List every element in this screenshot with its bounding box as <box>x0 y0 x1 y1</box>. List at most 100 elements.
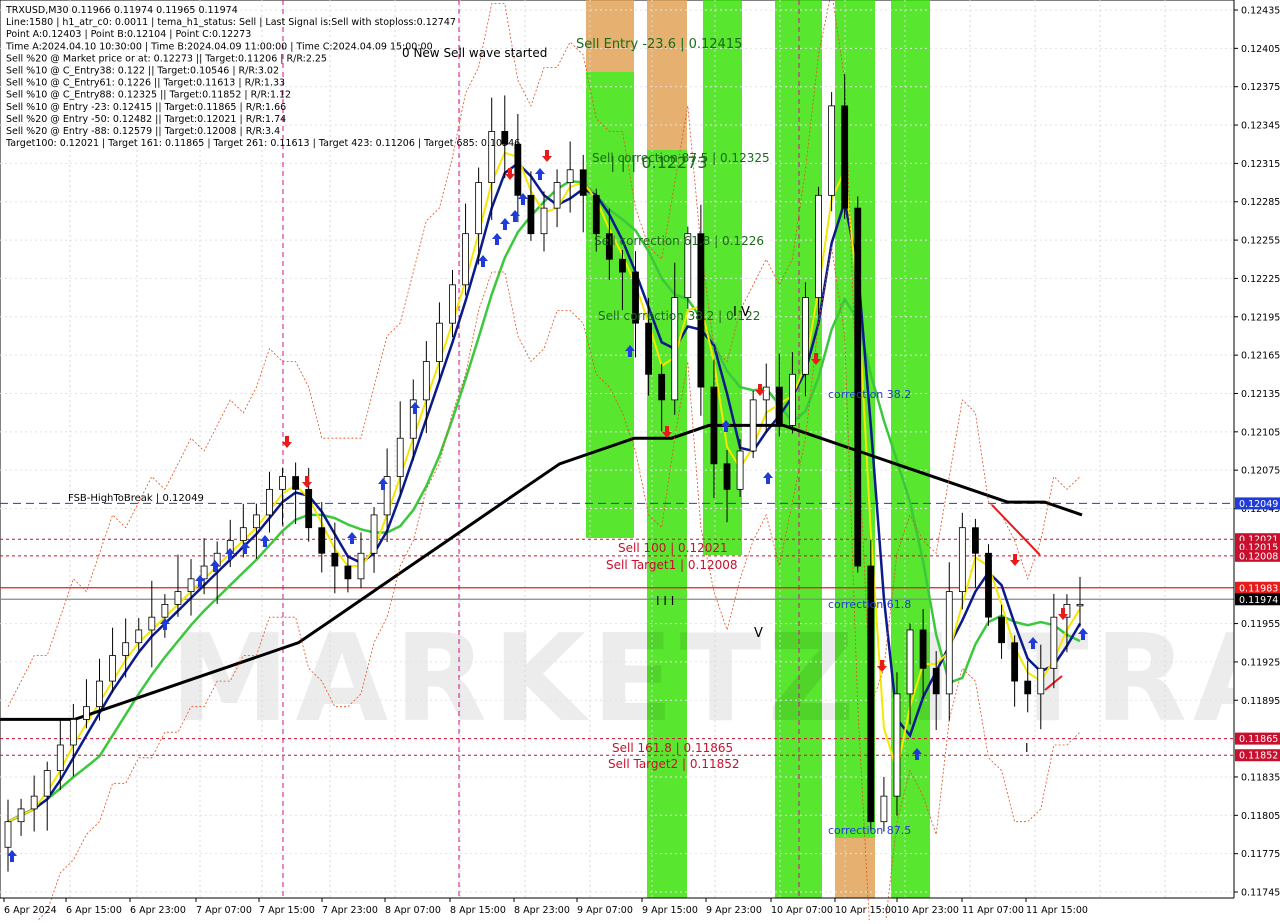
candle-body-25 <box>331 552 339 567</box>
y-tick-label-9: 0.12165 <box>1241 351 1280 362</box>
candle-body-44 <box>579 169 587 196</box>
candle-body-41 <box>540 207 548 235</box>
x-tick-label-0: 6 Apr 2024 <box>4 905 57 916</box>
signal-zone-7 <box>835 838 875 898</box>
candle-body-5 <box>69 719 77 746</box>
header-line-11: Target100: 0.12021 | Target 161: 0.11865… <box>5 138 520 149</box>
x-tick-label-13: 10 Apr 15:00 <box>835 905 897 916</box>
x-tick-label-4: 7 Apr 15:00 <box>259 905 315 916</box>
candle-body-70 <box>919 629 927 669</box>
candle-body-78 <box>1024 680 1032 695</box>
price-tag-label-0: 0.12049 <box>1239 499 1278 510</box>
chart-root: MARKETZ I TRADE 0 New Sell wave startedS… <box>0 0 1280 924</box>
x-tick-label-15: 11 Apr 07:00 <box>962 905 1024 916</box>
x-axis: 6 Apr 2024 6 Apr 15:00 6 Apr 23:00 7 Apr 07… <box>0 897 1234 916</box>
y-tick-label-18: 0.11805 <box>1241 811 1280 822</box>
y-tick-label-7: 0.12225 <box>1241 274 1280 285</box>
x-tick-label-7: 8 Apr 15:00 <box>450 905 506 916</box>
annotation-corr-618: correction 61.8 <box>828 598 911 611</box>
annotation-sell-1618: Sell 161.8 | 0.11865 <box>612 741 733 755</box>
price-chart[interactable]: MARKETZ I TRADE 0 New Sell wave startedS… <box>0 0 1280 924</box>
y-tick-label-16: 0.11895 <box>1241 696 1280 707</box>
price-tag-label-7: 0.11852 <box>1239 751 1278 762</box>
header-line-7: Sell %10 @ C_Entry88: 0.12325 || Target:… <box>6 90 291 101</box>
header-line-0: TRXUSD,M30 0.11966 0.11974 0.11965 0.119… <box>5 5 238 16</box>
y-tick-label-19: 0.11775 <box>1241 849 1280 860</box>
candle-body-74 <box>972 527 979 554</box>
candle-body-35 <box>462 233 469 286</box>
header-line-5: Sell %10 @ C_Entry38: 0.122 || Target:0.… <box>6 66 279 77</box>
signal-zone-1 <box>586 72 634 538</box>
x-tick-label-1: 6 Apr 15:00 <box>66 905 122 916</box>
candle-body-30 <box>396 437 404 477</box>
candle-body-59 <box>775 386 783 426</box>
candle-body-71 <box>932 667 940 695</box>
header-line-6: Sell %10 @ C_Entry61: 0.1226 || Target:0… <box>6 78 285 89</box>
candle-body-33 <box>436 322 443 362</box>
candle-body-75 <box>985 552 992 618</box>
y-tick-label-5: 0.12285 <box>1241 197 1280 208</box>
candle-body-40 <box>527 194 535 235</box>
candle-body-60 <box>788 373 796 426</box>
candle-body-15 <box>200 565 208 580</box>
annotation-sell-entry: Sell Entry -23.6 | 0.12415 <box>576 37 742 52</box>
x-tick-label-6: 8 Apr 07:00 <box>385 905 441 916</box>
candle-body-4 <box>56 744 64 771</box>
signal-zone-2 <box>647 0 687 150</box>
annotation-i: I <box>1025 741 1029 755</box>
y-tick-label-0: 0.12435 <box>1241 6 1280 17</box>
x-tick-label-12: 10 Apr 07:00 <box>771 905 833 916</box>
y-tick-label-4: 0.12315 <box>1241 159 1280 170</box>
x-tick-label-11: 9 Apr 23:00 <box>706 905 762 916</box>
candle-body-9 <box>122 642 130 656</box>
annotation-corr-875: correction 87.5 <box>828 824 911 837</box>
y-tick-label-17: 0.11835 <box>1241 772 1280 783</box>
x-tick-label-9: 9 Apr 07:00 <box>577 905 633 916</box>
y-tick-label-8: 0.12195 <box>1241 312 1280 323</box>
candle-body-67 <box>880 795 888 823</box>
candle-body-63 <box>828 105 836 196</box>
x-tick-label-8: 8 Apr 23:00 <box>514 905 570 916</box>
candle-body-7 <box>96 680 103 708</box>
price-tag-label-3: 0.12008 <box>1239 551 1278 562</box>
candle-body-58 <box>762 386 770 401</box>
candle-body-27 <box>357 552 365 580</box>
annotation-corr-382: correction 38.2 <box>828 388 911 401</box>
header-line-4: Sell %20 @ Market price or at: 0.12273 |… <box>6 53 327 64</box>
y-axis: 0.12435 0.12405 0.12375 0.12345 0.12315 0.122… <box>1233 0 1280 920</box>
candle-body-49 <box>645 322 652 375</box>
candle-body-12 <box>161 603 169 618</box>
candle-body-77 <box>1011 642 1019 682</box>
watermark-layer: MARKETZ I TRADE <box>170 610 1280 749</box>
candle-body-3 <box>43 770 51 797</box>
header-line-2: Point A:0.12403 | Point B:0.12104 | Poin… <box>6 29 251 40</box>
y-tick-label-1: 0.12405 <box>1241 44 1280 55</box>
candle-body-13 <box>174 591 182 605</box>
annotation-iii: I I I <box>656 594 674 608</box>
y-tick-label-6: 0.12255 <box>1241 236 1280 247</box>
candle-body-22 <box>292 476 300 490</box>
candle-body-1 <box>17 808 25 823</box>
header-line-3: Time A:2024.04.10 10:30:00 | Time B:2024… <box>5 41 433 52</box>
x-tick-label-14: 10 Apr 23:00 <box>897 905 959 916</box>
candle-body-10 <box>135 629 143 644</box>
x-tick-label-5: 7 Apr 23:00 <box>322 905 378 916</box>
price-tag-label-5: 0.11974 <box>1239 595 1278 606</box>
candle-body-62 <box>815 194 822 299</box>
annotation-sell-target1: Sell Target1 | 0.12008 <box>606 558 738 572</box>
candle-body-39 <box>514 143 522 196</box>
x-tick-label-3: 7 Apr 07:00 <box>196 905 252 916</box>
candle-body-34 <box>449 284 456 324</box>
candle-body-32 <box>422 361 430 401</box>
annotation-sell-target2: Sell Target2 | 0.11852 <box>608 757 740 771</box>
watermark-text: MARKETZ I TRADE <box>170 610 1280 749</box>
candle-body-80 <box>1050 616 1058 669</box>
candle-body-0 <box>4 821 12 848</box>
annotation-big-price: | | | 0.12273 <box>610 153 708 172</box>
candle-body-36 <box>475 182 483 235</box>
signal-zone-5 <box>775 0 822 898</box>
annotation-v: V <box>754 626 763 641</box>
annotation-iv: I V <box>733 305 750 320</box>
candle-body-76 <box>998 616 1005 644</box>
candle-body-82 <box>1076 603 1084 607</box>
